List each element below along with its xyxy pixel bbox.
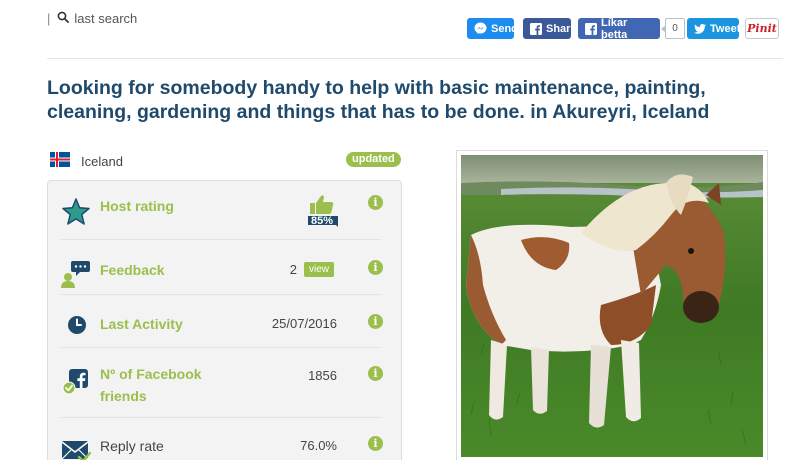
host-rating-label: Host rating xyxy=(100,198,174,214)
pony-photo xyxy=(461,155,763,457)
reply-rate-label: Reply rate xyxy=(100,438,164,454)
last-activity-date: 25/07/2016 xyxy=(271,316,337,331)
row-divider xyxy=(61,347,381,348)
divider: | xyxy=(47,11,51,26)
last-search-label: last search xyxy=(74,11,138,26)
like-label: Líkar þetta xyxy=(601,16,628,41)
feedback-row: Feedback xyxy=(61,255,391,299)
tweet-label: Tweet xyxy=(710,22,741,35)
pin-label: Pinit xyxy=(747,22,777,35)
row-divider xyxy=(61,417,381,418)
listing-photo[interactable] xyxy=(456,150,768,460)
host-stats-panel: Host rating Feedback Last Activity Nº of… xyxy=(47,180,402,460)
feedback-count: 2 xyxy=(289,262,297,277)
info-icon[interactable]: i xyxy=(368,436,383,451)
reply-rate-row: Reply rate xyxy=(61,433,391,460)
facebook-friends-label: Nº of Facebook friends xyxy=(100,363,202,407)
pinterest-pin-button[interactable]: Pinit xyxy=(745,18,779,39)
facebook-icon xyxy=(530,22,542,35)
top-bar: | last search Send Share Líkar þetta 0 T… xyxy=(0,0,800,60)
facebook-like-button[interactable]: Líkar þetta xyxy=(578,16,660,41)
info-icon[interactable]: i xyxy=(368,314,383,329)
view-feedback-button[interactable]: view xyxy=(304,262,335,277)
last-search-link[interactable]: | last search xyxy=(47,11,137,26)
facebook-friends-count: 1856 xyxy=(308,368,337,383)
send-label: Send xyxy=(491,22,518,35)
share-label: Share xyxy=(546,22,577,35)
clock-icon xyxy=(67,315,97,345)
country-line: Iceland xyxy=(50,152,123,170)
info-icon[interactable]: i xyxy=(368,195,383,210)
envelope-icon xyxy=(61,435,92,460)
info-icon[interactable]: i xyxy=(368,366,383,381)
star-icon xyxy=(61,197,91,227)
tweet-button[interactable]: Tweet xyxy=(687,18,741,39)
twitter-bird-icon xyxy=(694,23,706,34)
facebook-friends-row: Nº of Facebook friends xyxy=(61,363,391,419)
facebook-check-icon xyxy=(61,367,91,397)
host-rating-value: 85% xyxy=(310,215,334,227)
facebook-friends-label-line2: friends xyxy=(100,388,147,404)
updated-badge: updated xyxy=(346,152,401,167)
info-icon[interactable]: i xyxy=(368,260,383,275)
country-name: Iceland xyxy=(81,153,123,169)
facebook-share-button[interactable]: Share xyxy=(523,18,577,39)
last-activity-label: Last Activity xyxy=(100,316,183,332)
feedback-icon xyxy=(61,259,91,289)
header-divider xyxy=(47,58,783,59)
messenger-send-button[interactable]: Send xyxy=(467,18,518,39)
row-divider xyxy=(61,239,381,240)
host-rating-row: Host rating xyxy=(61,195,391,239)
messenger-icon xyxy=(474,22,487,35)
feedback-label: Feedback xyxy=(100,262,165,278)
facebook-icon xyxy=(585,22,597,35)
reply-rate-value: 76.0% xyxy=(300,438,337,453)
like-count-bubble: 0 xyxy=(661,18,685,39)
facebook-friends-label-line1: Nº of Facebook xyxy=(100,366,202,382)
search-icon xyxy=(57,11,70,26)
listing-title: Looking for somebody handy to help with … xyxy=(47,77,710,123)
row-divider xyxy=(61,294,381,295)
iceland-flag-icon xyxy=(50,152,70,170)
